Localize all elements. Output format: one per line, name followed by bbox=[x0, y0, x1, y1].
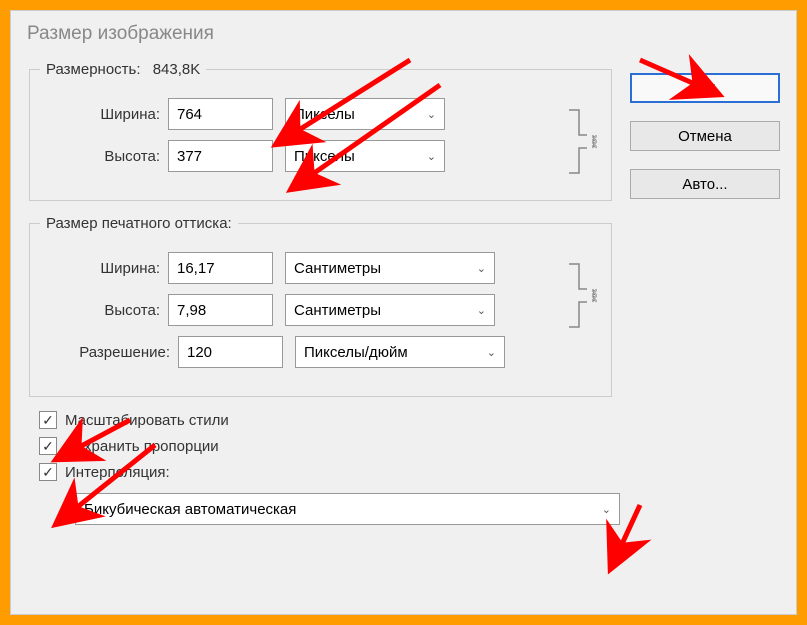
constrain-proportions-row: ✓ Сохранить пропорции bbox=[39, 437, 620, 455]
pixel-width-unit-value: Пикселы bbox=[294, 106, 355, 123]
scale-styles-checkbox[interactable]: ✓ bbox=[39, 411, 57, 429]
svg-text:⛓: ⛓ bbox=[589, 134, 597, 149]
print-link-bracket: ⛓ bbox=[567, 258, 597, 333]
scale-styles-row: ✓ Масштабировать стили bbox=[39, 411, 620, 429]
pixel-width-unit-select[interactable]: Пикселы ⌄ bbox=[285, 98, 445, 130]
interpolation-value: Бикубическая автоматическая bbox=[84, 501, 296, 518]
resample-label: Интерполяция: bbox=[65, 464, 170, 481]
resample-checkbox[interactable]: ✓ bbox=[39, 463, 57, 481]
chevron-down-icon: ⌄ bbox=[487, 346, 496, 359]
print-width-unit-value: Сантиметры bbox=[294, 260, 381, 277]
print-dimensions-group: Размер печатного оттиска: Ширина: Сантим… bbox=[29, 215, 612, 397]
pixel-height-row: Высота: Пикселы ⌄ bbox=[40, 140, 601, 172]
scale-styles-label: Масштабировать стили bbox=[65, 412, 229, 429]
print-height-input[interactable] bbox=[168, 294, 273, 326]
print-width-label: Ширина: bbox=[40, 260, 160, 277]
link-icon: ⛓ bbox=[567, 258, 597, 333]
cancel-button[interactable]: Отмена bbox=[630, 121, 780, 151]
interpolation-select[interactable]: Бикубическая автоматическая ⌄ bbox=[75, 493, 620, 525]
print-resolution-row: Разрешение: Пикселы/дюйм ⌄ bbox=[40, 336, 601, 368]
print-resolution-unit-value: Пикселы/дюйм bbox=[304, 344, 408, 361]
pixel-width-row: Ширина: Пикселы ⌄ bbox=[40, 98, 601, 130]
chevron-down-icon: ⌄ bbox=[477, 262, 486, 275]
pixel-dimensions-legend: Размерность: 843,8K bbox=[40, 61, 206, 78]
print-width-input[interactable] bbox=[168, 252, 273, 284]
constrain-proportions-label: Сохранить пропорции bbox=[65, 438, 219, 455]
ok-button[interactable]: ОК bbox=[630, 73, 780, 103]
pixel-height-unit-value: Пикселы bbox=[294, 148, 355, 165]
print-resolution-label: Разрешение: bbox=[40, 344, 170, 361]
button-column: ОК Отмена Авто... bbox=[630, 53, 786, 525]
print-height-label: Высота: bbox=[40, 302, 160, 319]
svg-text:⛓: ⛓ bbox=[589, 288, 597, 303]
chevron-down-icon: ⌄ bbox=[477, 304, 486, 317]
dialog-title: Размер изображения bbox=[11, 11, 796, 53]
pixel-dimensions-label: Размерность: bbox=[46, 61, 141, 78]
link-icon: ⛓ bbox=[567, 104, 597, 179]
image-size-dialog: Размер изображения Размерность: 843,8K Ш… bbox=[10, 10, 797, 615]
pixel-height-input[interactable] bbox=[168, 140, 273, 172]
print-resolution-unit-select[interactable]: Пикселы/дюйм ⌄ bbox=[295, 336, 505, 368]
pixel-width-label: Ширина: bbox=[40, 106, 160, 123]
auto-button[interactable]: Авто... bbox=[630, 169, 780, 199]
pixel-width-input[interactable] bbox=[168, 98, 273, 130]
left-column: Размерность: 843,8K Ширина: Пикселы ⌄ Вы… bbox=[21, 53, 630, 525]
print-height-row: Высота: Сантиметры ⌄ bbox=[40, 294, 601, 326]
chevron-down-icon: ⌄ bbox=[602, 503, 611, 516]
pixel-link-bracket: ⛓ bbox=[567, 104, 597, 179]
print-resolution-input[interactable] bbox=[178, 336, 283, 368]
pixel-height-unit-select[interactable]: Пикселы ⌄ bbox=[285, 140, 445, 172]
print-height-unit-value: Сантиметры bbox=[294, 302, 381, 319]
print-width-unit-select[interactable]: Сантиметры ⌄ bbox=[285, 252, 495, 284]
pixel-dimensions-size: 843,8K bbox=[153, 61, 201, 78]
print-width-row: Ширина: Сантиметры ⌄ bbox=[40, 252, 601, 284]
constrain-proportions-checkbox[interactable]: ✓ bbox=[39, 437, 57, 455]
pixel-height-label: Высота: bbox=[40, 148, 160, 165]
dialog-body: Размерность: 843,8K Ширина: Пикселы ⌄ Вы… bbox=[11, 53, 796, 525]
print-dimensions-legend: Размер печатного оттиска: bbox=[40, 215, 238, 232]
resample-row: ✓ Интерполяция: bbox=[39, 463, 620, 481]
print-height-unit-select[interactable]: Сантиметры ⌄ bbox=[285, 294, 495, 326]
pixel-dimensions-group: Размерность: 843,8K Ширина: Пикселы ⌄ Вы… bbox=[29, 61, 612, 201]
chevron-down-icon: ⌄ bbox=[427, 108, 436, 121]
chevron-down-icon: ⌄ bbox=[427, 150, 436, 163]
